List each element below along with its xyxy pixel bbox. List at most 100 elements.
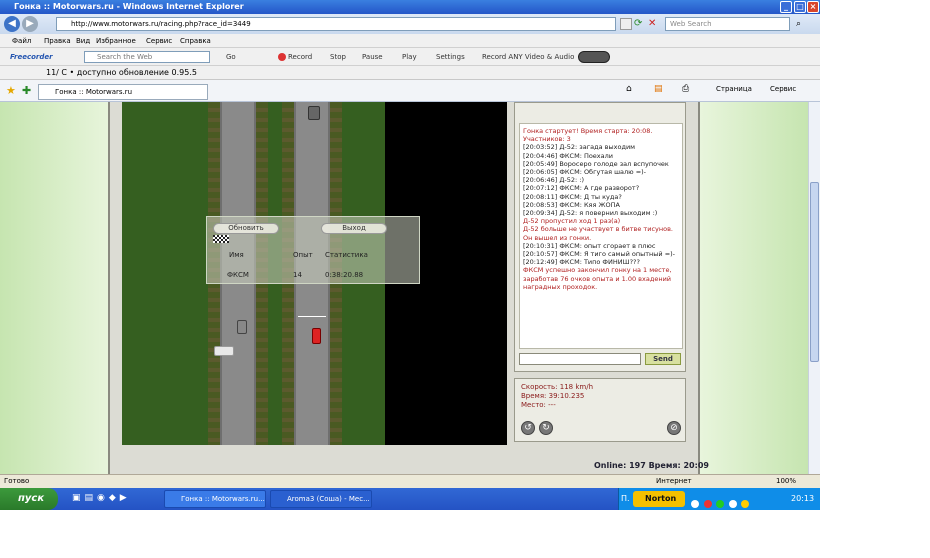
refresh-icon[interactable]: ⟳: [634, 18, 646, 30]
car-white: [214, 346, 234, 356]
system-tray: П. Norton 20:13: [618, 488, 820, 510]
menu-view[interactable]: Вид: [76, 34, 90, 48]
player-car: [312, 328, 321, 344]
toolbar-search-input[interactable]: Search the Web: [84, 51, 210, 63]
page-menu[interactable]: Страница: [716, 85, 752, 93]
web-search-input[interactable]: Web Search: [665, 17, 790, 31]
norton-icon[interactable]: Norton: [633, 491, 685, 507]
home-icon[interactable]: ⌂: [626, 84, 632, 94]
close-button[interactable]: ×: [807, 1, 819, 13]
col-stat: Статистика: [325, 251, 368, 259]
back-button[interactable]: ◀: [4, 16, 20, 32]
chat-message: Д-52 больше не участвует в битве тисунов…: [523, 225, 673, 234]
update-bar: 11/ C • доступно обновление 0.95.5: [0, 66, 820, 80]
chat-panel: Гонка стартует! Время старта: 20:08. Учас…: [514, 102, 686, 372]
chat-message: [20:08:53] ФКСМ: Кяя ЖОПА: [523, 200, 620, 209]
record-any-button[interactable]: Record ANY Video & Audio: [482, 48, 574, 66]
chat-message: [20:06:46] Д-52: :): [523, 176, 585, 185]
task-aroma[interactable]: Aroma3 (Соша) - Мес...: [270, 490, 372, 508]
tray-icons[interactable]: [691, 495, 750, 510]
chat-log[interactable]: Гонка стартует! Время старта: 20:08. Учас…: [519, 123, 683, 349]
compat-icon[interactable]: [620, 18, 632, 30]
status-text: Готово: [4, 477, 30, 485]
chat-message: заработав 76 очков опыта и 1.00 вхадений: [523, 274, 672, 283]
search-icon[interactable]: ⌕: [796, 18, 808, 30]
tab-motorwars[interactable]: Гонка :: Motorwars.ru: [38, 84, 208, 100]
favorites-star-icon[interactable]: ★: [6, 84, 16, 97]
browser-window: Гонка :: Motorwars.ru - Windows Internet…: [0, 0, 820, 510]
chat-message: Он вышел из гонки.: [523, 233, 592, 242]
stop-button[interactable]: Stop: [330, 48, 346, 66]
feeds-icon[interactable]: ▤: [654, 84, 663, 94]
background-right: [700, 102, 808, 474]
game-frame: Обновить Выход Имя Опыт Статистика ФКСМ …: [108, 102, 709, 474]
task-motorwars[interactable]: Гонка :: Motorwars.ru...: [164, 490, 266, 508]
chat-input[interactable]: [519, 353, 641, 365]
zoom-level[interactable]: 100%: [776, 475, 796, 488]
menu-bar: Файл Правка Вид Избранное Сервис Справка: [0, 34, 820, 48]
zone-text: Интернет: [656, 477, 692, 485]
chat-message: [20:09:34] Д-52: я повернил выходим :): [523, 209, 658, 218]
quick-launch-icons[interactable]: ▣▤◉◆▶: [72, 493, 152, 505]
go-button[interactable]: Go: [226, 48, 236, 66]
back-round-icon[interactable]: ↺: [521, 421, 535, 435]
grass-left: [122, 102, 208, 445]
taskbar: пуск ▣▤◉◆▶ Гонка :: Motorwars.ru... Arom…: [0, 488, 820, 510]
scrollbar[interactable]: [808, 102, 820, 474]
menu-help[interactable]: Справка: [180, 34, 211, 48]
minimize-button[interactable]: _: [780, 1, 792, 13]
maximize-button[interactable]: □: [794, 1, 806, 13]
chat-message: ФКСМ успешно закончил гонку на 1 месте,: [523, 266, 672, 275]
exit-button[interactable]: Выход: [321, 223, 387, 234]
start-button[interactable]: пуск: [0, 488, 58, 510]
race-results-popup: Обновить Выход Имя Опыт Статистика ФКСМ …: [206, 216, 420, 284]
place-value: Место: ---: [521, 401, 556, 409]
language-indicator[interactable]: П.: [621, 488, 630, 510]
race-track: Обновить Выход Имя Опыт Статистика ФКСМ …: [122, 102, 507, 445]
race-stats-panel: Скорость: 118 km/h Время: 39:10.235 Мест…: [514, 378, 686, 442]
online-counter: Online: 197 Время: 20:09: [594, 461, 709, 470]
record-button[interactable]: Record: [288, 48, 312, 66]
checkered-flag-icon: [213, 235, 229, 243]
menu-edit[interactable]: Правка: [44, 34, 71, 48]
play-button[interactable]: Play: [402, 48, 417, 66]
send-button[interactable]: Send: [645, 353, 681, 365]
menu-tools[interactable]: Сервис: [146, 34, 172, 48]
row-name: ФКСМ: [227, 271, 249, 279]
settings-button[interactable]: Settings: [436, 48, 465, 66]
add-favorite-icon[interactable]: ✚: [22, 84, 31, 97]
favorites-bar: ★ ✚ Гонка :: Motorwars.ru ⌂ ▤ ⎙ Страница…: [0, 80, 820, 102]
scrollbar-thumb[interactable]: [810, 182, 819, 362]
pause-button[interactable]: Pause: [362, 48, 383, 66]
chat-message: [20:07:12] ФКСМ: А где разворот?: [523, 184, 640, 193]
menu-file[interactable]: Файл: [12, 34, 31, 48]
col-name: Имя: [229, 251, 244, 259]
clock: 20:13: [791, 494, 815, 503]
chat-message: [20:06:05] ФКСМ: Обгутая шалю =)-: [523, 168, 647, 177]
menu-favorites[interactable]: Избранное: [96, 34, 136, 48]
horn-icon[interactable]: ⊘: [667, 421, 681, 435]
address-bar[interactable]: http://www.motorwars.ru/racing.php?race_…: [56, 17, 616, 31]
status-bar: Готово Интернет 100%: [0, 474, 820, 488]
chat-message: Гонка стартует! Время старта: 20:08.: [523, 127, 653, 135]
chat-message: [20:12:49] ФКСМ: Типо ФИНИШ???: [523, 258, 640, 267]
forward-button[interactable]: ▶: [22, 16, 38, 32]
window-title: Гонка :: Motorwars.ru - Windows Internet…: [14, 2, 244, 11]
toggle-icon[interactable]: [578, 51, 610, 63]
finish-line: [298, 316, 326, 317]
time-value: Время: 39:10.235: [521, 392, 585, 400]
chat-message: [20:04:46] ФКСМ: Поехали: [523, 151, 614, 160]
forward-round-icon[interactable]: ↻: [539, 421, 553, 435]
title-bar: Гонка :: Motorwars.ru - Windows Internet…: [0, 0, 820, 14]
car-dark: [308, 106, 320, 120]
col-exp: Опыт: [293, 251, 313, 259]
row-stat: 0:38:20.88: [325, 271, 364, 279]
service-menu[interactable]: Сервис: [770, 85, 796, 93]
print-icon[interactable]: ⎙: [682, 84, 689, 94]
stop-icon[interactable]: ✕: [648, 18, 660, 30]
background-left: [0, 102, 110, 474]
row-exp: 14: [293, 271, 302, 279]
speed-value: Скорость: 118 km/h: [521, 383, 594, 391]
record-icon: [278, 53, 286, 61]
refresh-button[interactable]: Обновить: [213, 223, 279, 234]
